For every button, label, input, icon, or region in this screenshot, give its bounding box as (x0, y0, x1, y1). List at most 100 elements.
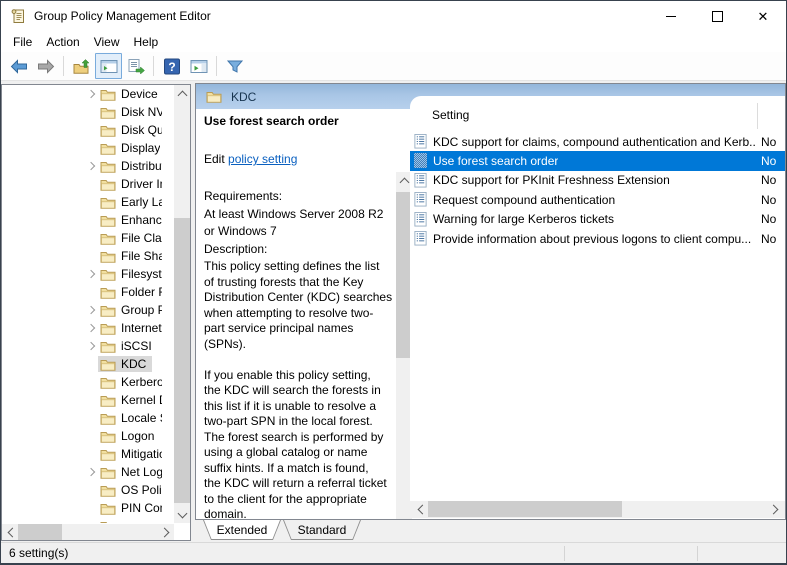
tree-node[interactable]: File Share (98, 248, 162, 264)
export-list-button[interactable] (122, 53, 149, 79)
tree-node[interactable]: iSCSI (98, 338, 158, 354)
menu-file[interactable]: File (6, 33, 39, 51)
tree-node[interactable]: File Classif (98, 230, 162, 246)
chevron-right-icon[interactable] (84, 321, 98, 335)
tree-node[interactable]: Disk NV Ca (98, 104, 162, 120)
tree-item-label: iSCSI (121, 339, 152, 353)
tree-node[interactable] (98, 519, 127, 524)
tree-node[interactable]: Internet C (98, 320, 162, 336)
setting-row-warning-for-large-kerberos-tickets[interactable]: Warning for large Kerberos tickets No (410, 210, 785, 229)
show-console-tree-button[interactable] (95, 53, 122, 79)
maximize-button[interactable] (694, 1, 740, 31)
tree-item-display[interactable]: Display (2, 139, 174, 157)
settings-rows: KDC support for claims, compound authent… (410, 132, 785, 248)
edit-policy-line: Edit policy setting (204, 152, 297, 166)
tree-node[interactable]: Mitigation (98, 446, 162, 462)
tree-item-kernel-dm[interactable]: Kernel DM (2, 391, 174, 409)
menu-action[interactable]: Action (39, 33, 86, 51)
tree-item-driver-inst[interactable]: Driver Inst (2, 175, 174, 193)
column-divider[interactable] (757, 103, 758, 129)
scrollbar-thumb[interactable] (18, 524, 62, 540)
setting-column-header[interactable]: Setting (432, 108, 469, 122)
tree-item-iscsi[interactable]: iSCSI (2, 337, 174, 355)
chevron-right-icon[interactable] (84, 303, 98, 317)
tree-node[interactable]: Disk Quota (98, 122, 162, 138)
chevron-right-icon[interactable] (84, 465, 98, 479)
tree-item-os-policie[interactable]: OS Policie (2, 481, 174, 499)
scroll-right-button[interactable] (158, 524, 174, 540)
tree-item-early-laun[interactable]: Early Laun (2, 193, 174, 211)
back-button[interactable] (5, 53, 32, 79)
tree-node[interactable]: Kernel DM (98, 392, 162, 408)
setting-row-use-forest-search-order[interactable]: Use forest search order No (410, 151, 785, 170)
tree-item-internet-c[interactable]: Internet C (2, 319, 174, 337)
tree-item-enhanced[interactable]: Enhanced (2, 211, 174, 229)
show-action-pane-button[interactable] (185, 53, 212, 79)
chevron-right-icon[interactable] (84, 159, 98, 173)
tree-node[interactable]: Filesystem (98, 266, 162, 282)
tree-node[interactable]: Driver Inst (98, 176, 162, 192)
tab-standard[interactable]: Standard (283, 520, 361, 540)
scroll-up-button[interactable] (174, 85, 190, 101)
tree-item-file-share[interactable]: File Share (2, 247, 174, 265)
tree-item-kerberos[interactable]: Kerberos (2, 373, 174, 391)
tree-item-folder-red[interactable]: Folder Red (2, 283, 174, 301)
tree-node[interactable]: OS Policie (98, 482, 162, 498)
chevron-right-icon[interactable] (84, 267, 98, 281)
setting-row-provide-information-about-previous-logon[interactable]: Provide information about previous logon… (410, 229, 785, 248)
tree-item-group-pol[interactable]: Group Pol (2, 301, 174, 319)
close-button[interactable]: ✕ (740, 1, 786, 31)
scroll-down-button[interactable] (174, 507, 190, 523)
tree-node[interactable]: PIN Comp (98, 500, 162, 516)
scrollbar-thumb[interactable] (428, 501, 622, 517)
scroll-right-button[interactable] (767, 501, 783, 517)
tree-node[interactable]: Display (98, 140, 162, 156)
tree-node[interactable]: Folder Red (98, 284, 162, 300)
tree-item-net-logon[interactable]: Net Logon (2, 463, 174, 481)
tree-node[interactable]: Locale Ser (98, 410, 162, 426)
tree-node[interactable]: Kerberos (98, 374, 162, 390)
scroll-left-button[interactable] (2, 524, 18, 540)
scrollbar-thumb[interactable] (174, 218, 190, 503)
tree-item-filesystem[interactable]: Filesystem (2, 265, 174, 283)
tree-item-kdc[interactable]: KDC (2, 355, 174, 373)
tree-node[interactable]: KDC (98, 356, 152, 372)
tree-horizontal-scrollbar[interactable] (2, 524, 174, 540)
setting-row-request-compound-authentication[interactable]: Request compound authentication No (410, 190, 785, 209)
menu-help[interactable]: Help (127, 33, 166, 51)
tree-node[interactable]: Logon (98, 428, 160, 444)
list-horizontal-scrollbar[interactable] (410, 501, 785, 518)
tree-item-disk-quota[interactable]: Disk Quota (2, 121, 174, 139)
tree-node[interactable]: Group Pol (98, 302, 162, 318)
tab-extended[interactable]: Extended (203, 520, 281, 540)
tree-node[interactable]: Device Ins (98, 86, 162, 102)
chevron-right-icon[interactable] (84, 339, 98, 353)
tree-item-locale-ser[interactable]: Locale Ser (2, 409, 174, 427)
up-one-level-button[interactable] (68, 53, 95, 79)
scroll-left-button[interactable] (412, 501, 428, 517)
setting-row-kdc-support-for-claims-compound-authenti[interactable]: KDC support for claims, compound authent… (410, 132, 785, 151)
tree-item-label: Kernel DM (121, 393, 162, 407)
forward-button[interactable] (32, 53, 59, 79)
filter-button[interactable] (221, 53, 248, 79)
tree-item-device-ins[interactable]: Device Ins (2, 85, 174, 103)
help-button[interactable]: ? (158, 53, 185, 79)
tree-node[interactable]: Early Laun (98, 194, 162, 210)
tree-node[interactable]: Enhanced (98, 212, 162, 228)
tree-item-pin-comp[interactable]: PIN Comp (2, 499, 174, 517)
edit-policy-setting-link[interactable]: policy setting (228, 152, 297, 166)
chevron-right-icon[interactable] (84, 87, 98, 101)
tree-item-file-classif[interactable]: File Classif (2, 229, 174, 247)
tree-item-disk-nv-ca[interactable]: Disk NV Ca (2, 103, 174, 121)
tree-node[interactable]: Distributed (98, 158, 162, 174)
tree-item-mitigation[interactable]: Mitigation (2, 445, 174, 463)
setting-row-kdc-support-for-pkinit-freshness-extensi[interactable]: KDC support for PKInit Freshness Extensi… (410, 171, 785, 190)
tree-item-logon[interactable]: Logon (2, 427, 174, 445)
tree-item-item[interactable] (2, 517, 174, 523)
tree-item-distributed[interactable]: Distributed (2, 157, 174, 175)
tree-node[interactable]: Net Logon (98, 464, 162, 480)
minimize-button[interactable] (648, 1, 694, 31)
menu-view[interactable]: View (87, 33, 127, 51)
tree-vertical-scrollbar[interactable] (174, 85, 190, 523)
settings-list-panel: Setting KDC support for claims, compound… (410, 96, 785, 518)
